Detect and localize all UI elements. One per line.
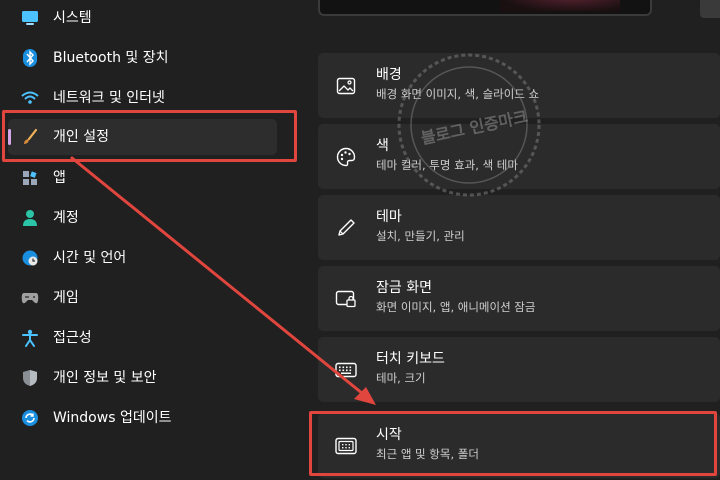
bluetooth-icon — [20, 48, 40, 68]
sidebar-item-label: 시간 및 언어 — [53, 250, 127, 266]
theme-thumbnail[interactable] — [700, 0, 720, 18]
monitor-icon — [20, 8, 40, 28]
sidebar-item-label: 네트워크 및 인터넷 — [53, 90, 165, 106]
sidebar-item-label: 접근성 — [53, 330, 92, 346]
sidebar-item-label: Windows 업데이트 — [53, 410, 172, 426]
globe-clock-icon — [20, 248, 40, 268]
card-title: 테마 — [376, 209, 402, 225]
card-subtitle: 테마, 크기 — [376, 371, 426, 385]
gamepad-icon — [20, 288, 40, 308]
card-title: 잠금 화면 — [376, 280, 432, 296]
card-subtitle: 설치, 만들기, 관리 — [376, 229, 465, 243]
lock-screen-icon — [334, 287, 358, 311]
card-title: 터치 키보드 — [376, 351, 445, 367]
update-icon — [20, 408, 40, 428]
sidebar-item-accounts[interactable]: 계정 — [8, 200, 277, 236]
card-title: 색 — [376, 138, 389, 154]
wallpaper-preview[interactable] — [318, 0, 652, 16]
sidebar-item-system[interactable]: 시스템 — [8, 0, 277, 36]
shield-icon — [20, 368, 40, 388]
sidebar-item-label: 게임 — [53, 290, 79, 306]
sidebar-item-apps[interactable]: 앱 — [8, 160, 277, 196]
sidebar-item-label: 시스템 — [53, 10, 92, 26]
highlight-box-personalization — [2, 110, 297, 162]
wifi-icon — [20, 88, 40, 108]
sidebar-item-windows-update[interactable]: Windows 업데이트 — [8, 400, 277, 436]
apps-icon — [20, 168, 40, 188]
settings-card-lock-screen[interactable]: 잠금 화면 화면 이미지, 앱, 애니메이션 잠금 — [318, 266, 720, 331]
image-icon — [334, 74, 358, 98]
settings-card-touch-keyboard[interactable]: 터치 키보드 테마, 크기 — [318, 337, 720, 402]
card-subtitle: 화면 이미지, 앱, 애니메이션 잠금 — [376, 300, 536, 314]
accessibility-icon — [20, 328, 40, 348]
sidebar-item-accessibility[interactable]: 접근성 — [8, 320, 277, 356]
sidebar-item-gaming[interactable]: 게임 — [8, 280, 277, 316]
pen-icon — [334, 216, 358, 240]
sidebar-item-label: 앱 — [53, 170, 66, 186]
sidebar-item-label: 계정 — [53, 210, 79, 226]
settings-sidebar: 시스템 Bluetooth 및 장치 네트워크 및 인터넷 개인 설정 앱 계정 — [0, 0, 300, 480]
sidebar-item-label: Bluetooth 및 장치 — [53, 50, 169, 66]
palette-icon — [334, 145, 358, 169]
keyboard-icon — [334, 358, 358, 382]
settings-card-themes[interactable]: 테마 설치, 만들기, 관리 — [318, 195, 720, 260]
person-icon — [20, 208, 40, 228]
sidebar-item-bluetooth[interactable]: Bluetooth 및 장치 — [8, 40, 277, 76]
sidebar-item-label: 개인 정보 및 보안 — [53, 370, 157, 386]
sidebar-item-privacy-security[interactable]: 개인 정보 및 보안 — [8, 360, 277, 396]
sidebar-item-time-language[interactable]: 시간 및 언어 — [8, 240, 277, 276]
highlight-box-start — [309, 411, 717, 476]
